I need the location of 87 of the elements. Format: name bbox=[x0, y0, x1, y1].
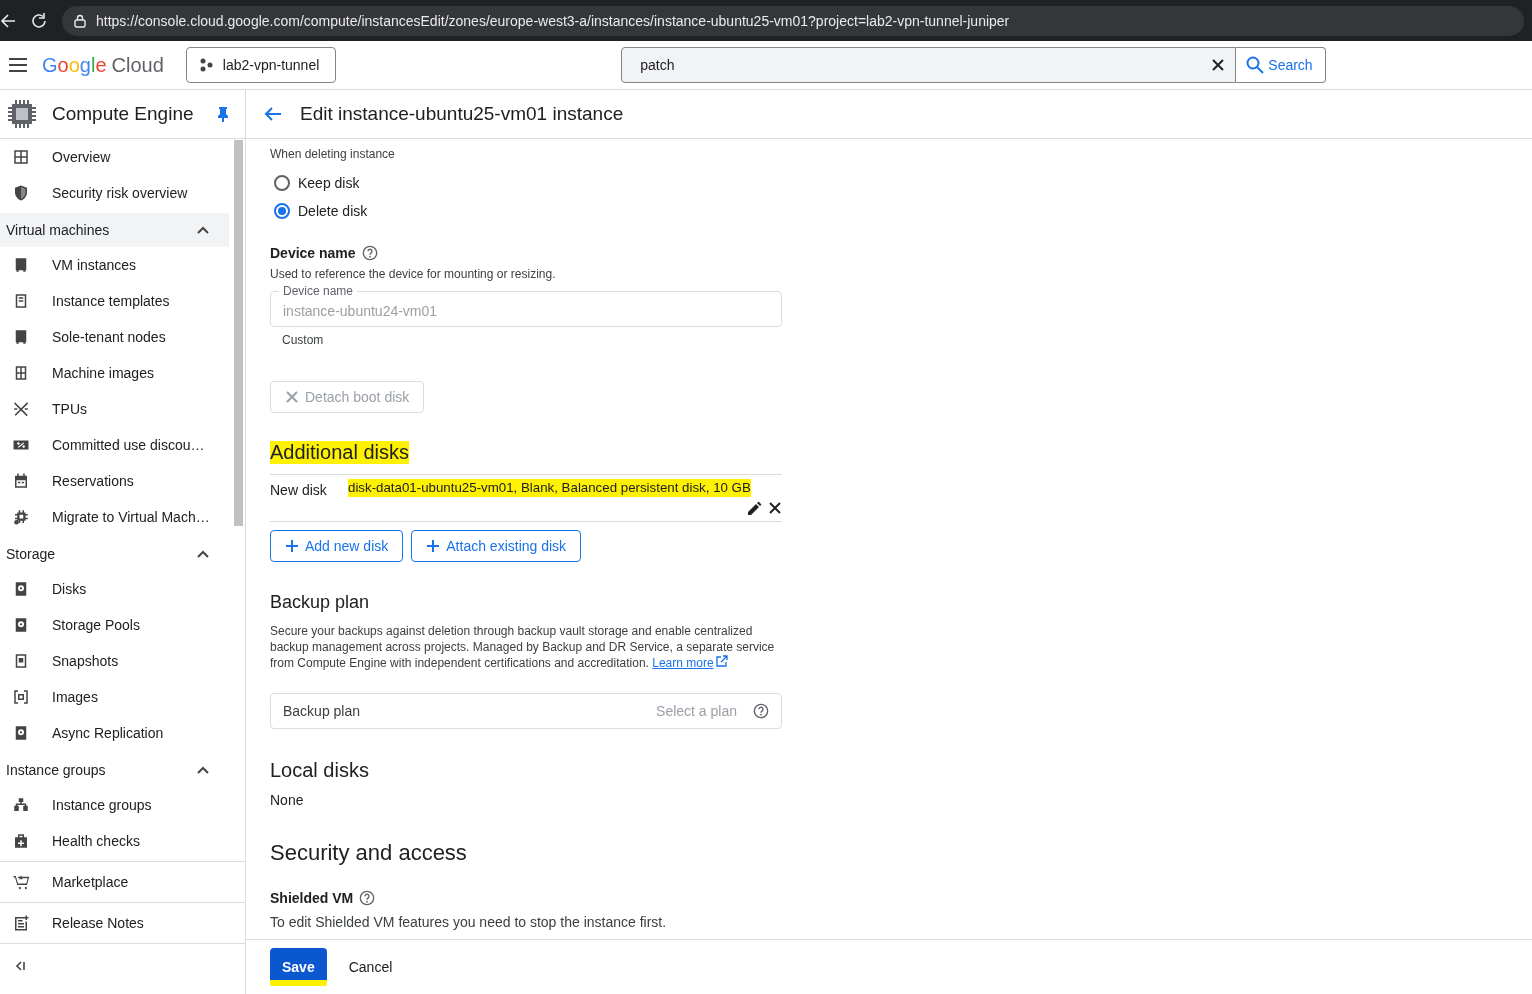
save-button[interactable]: Save bbox=[270, 948, 327, 986]
search-button[interactable]: Search bbox=[1236, 47, 1326, 83]
radio-label: Delete disk bbox=[298, 203, 368, 219]
sidebar-item[interactable]: Release Notes bbox=[0, 905, 228, 941]
chip-icon bbox=[6, 98, 38, 130]
section-title: Backup plan bbox=[270, 592, 370, 613]
url-text: https://console.cloud.google.com/compute/instancesEdit/zones/europe-west3-a/instances/instance-ubuntu25-vm01?project=lab2-vpn-tunnel-juniper bbox=[96, 12, 1010, 29]
external-link-icon bbox=[715, 655, 728, 667]
helper-text: Used to reference the device for mounting or resizing. bbox=[270, 267, 556, 281]
search-field[interactable]: patch bbox=[621, 47, 1237, 83]
help-icon bbox=[359, 890, 376, 906]
field-label: When deleting instance bbox=[270, 147, 395, 161]
address-bar[interactable]: https://console.cloud.google.com/compute/instancesEdit/zones/europe-west3-a/instances/instance-ubuntu25-vm01?project=lab2-vpn-tunnel-juniper bbox=[62, 5, 1524, 36]
helper-text: Custom bbox=[282, 333, 324, 347]
pin-icon[interactable] bbox=[217, 106, 229, 122]
project-icon bbox=[198, 58, 213, 72]
sidebar-item[interactable]: Reservations bbox=[0, 463, 228, 499]
cross-icon bbox=[12, 400, 30, 418]
sidebar-item[interactable]: Instance templates bbox=[0, 283, 228, 319]
grid-icon bbox=[12, 148, 30, 166]
disk-type: New disk bbox=[270, 481, 328, 500]
sidebar-item[interactable]: Images bbox=[0, 679, 228, 715]
plus-icon bbox=[426, 539, 441, 553]
disk-description: disk-data01-ubuntu25-vm01, Blank, Balanced persistent disk, 10 GB bbox=[348, 479, 751, 497]
sidebar-item[interactable]: Committed use discou… bbox=[0, 427, 228, 463]
page-title: Edit instance-ubuntu25-vm01 instance bbox=[300, 103, 624, 125]
lock-icon bbox=[74, 13, 86, 28]
sidebar-group-header[interactable]: Virtual machines bbox=[0, 213, 229, 247]
plus-icon bbox=[285, 539, 299, 553]
help-icon bbox=[361, 245, 378, 261]
hierarchy-icon bbox=[12, 796, 30, 814]
sidebar-item[interactable]: Migrate to Virtual Mach… bbox=[0, 499, 228, 535]
backup-plan-select[interactable]: Backup plan Select a plan bbox=[270, 693, 782, 729]
back-arrow-icon[interactable] bbox=[264, 106, 282, 122]
clear-icon bbox=[1211, 58, 1226, 72]
sidebar-item[interactable]: Sole-tenant nodes bbox=[0, 319, 228, 355]
sidebar-item[interactable]: Machine images bbox=[0, 355, 228, 391]
add-disk-button[interactable]: Add new disk bbox=[270, 530, 404, 562]
back-icon[interactable] bbox=[0, 12, 16, 29]
radio-label: Keep disk bbox=[298, 175, 360, 191]
sidebar-item[interactable]: VM instances bbox=[0, 247, 228, 283]
edit-icon[interactable] bbox=[746, 501, 762, 517]
frame-icon bbox=[12, 688, 30, 706]
section-title: Security and access bbox=[270, 840, 467, 866]
sidebar-item[interactable]: Health checks bbox=[0, 823, 228, 859]
product-title: Compute Engine bbox=[52, 103, 195, 125]
chip-icon bbox=[12, 508, 30, 526]
medical-bag-icon bbox=[12, 832, 30, 850]
sidebar-item[interactable]: Snapshots bbox=[0, 643, 228, 679]
calendar-icon bbox=[12, 472, 30, 490]
radio-button[interactable] bbox=[274, 175, 290, 191]
shield-icon bbox=[12, 184, 30, 202]
local-disks-value: None bbox=[270, 792, 304, 808]
add-disk-button[interactable]: Attach existing disk bbox=[411, 530, 582, 562]
menu-icon[interactable] bbox=[8, 58, 28, 72]
document-icon bbox=[12, 914, 30, 932]
radio-button[interactable] bbox=[274, 203, 290, 219]
chevron-icon bbox=[197, 226, 209, 234]
section-title: Local disks bbox=[270, 759, 369, 782]
sidebar-item[interactable]: Instance groups bbox=[0, 787, 228, 823]
section-subtitle: Device name bbox=[270, 245, 356, 261]
scrollbar[interactable] bbox=[234, 140, 243, 526]
sidebar-group-header[interactable]: Instance groups bbox=[0, 753, 229, 787]
sidebar-item[interactable]: Overview bbox=[0, 139, 228, 175]
search-icon bbox=[1246, 56, 1265, 74]
collapse-icon[interactable] bbox=[14, 960, 26, 972]
delete-icon bbox=[768, 501, 782, 515]
section-title: Additional disks bbox=[270, 441, 409, 464]
cart-icon bbox=[12, 873, 30, 891]
sidebar-group-header[interactable]: Storage bbox=[0, 537, 229, 571]
info-text: To edit Shielded VM features you need to stop the instance first. bbox=[270, 914, 667, 930]
reload-icon[interactable] bbox=[30, 11, 48, 30]
sidebar-item[interactable]: Async Replication bbox=[0, 715, 228, 751]
section-subtitle: Shielded VM bbox=[270, 890, 354, 906]
chevron-icon bbox=[197, 766, 209, 774]
project-picker[interactable]: lab2-vpn-tunnel bbox=[185, 47, 337, 83]
logo[interactable]: Google Cloud bbox=[42, 53, 164, 77]
close-icon bbox=[285, 390, 299, 404]
sidebar-item[interactable]: Disks bbox=[0, 571, 228, 607]
help-icon bbox=[753, 703, 769, 719]
description-text: Secure your backups against deletion through backup vault storage and enable centralized backup management across projects. Managed by Backup and DR Service, a separate service from Compute Engine with independent certifications and accreditation. Learn more bbox=[270, 623, 775, 671]
sidebar-item[interactable]: Marketplace bbox=[0, 864, 228, 900]
learn-more-link[interactable]: Learn more bbox=[652, 656, 728, 670]
chevron-icon bbox=[197, 550, 209, 558]
sidebar-item[interactable]: Storage Pools bbox=[0, 607, 228, 643]
sidebar-item[interactable]: TPUs bbox=[0, 391, 228, 427]
sidebar-item[interactable]: Security risk overview bbox=[0, 175, 228, 211]
